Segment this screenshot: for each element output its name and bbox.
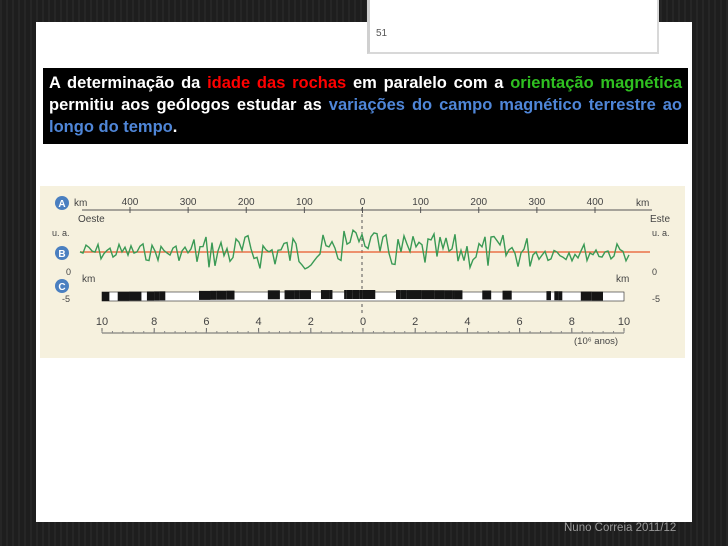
highlight-idade-rochas: idade das rochas: [207, 74, 347, 92]
top-tick-label: 400: [587, 197, 604, 208]
km-c-left-label: km: [82, 274, 95, 285]
minus5-right-label: -5: [652, 294, 660, 304]
top-tick-label: 200: [238, 197, 255, 208]
magnetic-anomaly-figure: 400 300 200 100 0 100 200 300 400 10 8 6 4 2 0 2 4 6 8 10 …: [40, 186, 685, 358]
magnetic-anomaly-curve: [79, 228, 630, 271]
ua-right-label: u. a.: [652, 228, 670, 238]
polarity-stripe: [591, 291, 603, 301]
top-tick-label: 100: [296, 197, 313, 208]
bottom-tick-label: 6: [517, 316, 523, 328]
polarity-stripe: [408, 290, 422, 300]
polarity-stripe: [482, 290, 492, 300]
footer-author: Nuno Correia 2011/12: [564, 522, 677, 534]
km-left-label: km: [74, 198, 87, 209]
polarity-stripe: [359, 290, 363, 300]
polarity-stripe: [154, 291, 160, 301]
polarity-stripe: [102, 292, 110, 301]
polarity-stripes: [101, 290, 625, 302]
label-a: A: [58, 199, 65, 210]
polarity-stripe: [346, 290, 353, 300]
polarity-stripe: [502, 290, 512, 300]
km-c-right-label: km: [616, 274, 629, 285]
top-tick-label: 200: [470, 197, 487, 208]
top-tick-label: 300: [529, 197, 546, 208]
top-tick-label: 100: [412, 197, 429, 208]
zero-left-label: 0: [66, 267, 71, 277]
bottom-tick-label: 2: [308, 316, 314, 328]
text-part: A determinação da: [49, 74, 208, 92]
polarity-stripe: [362, 290, 376, 299]
polarity-stripe: [294, 290, 300, 300]
label-b: B: [58, 249, 65, 260]
text-part: .: [172, 118, 178, 136]
km-right-label: km: [636, 198, 649, 209]
polarity-stripe: [434, 290, 445, 300]
minus5-left-label: -5: [62, 294, 70, 304]
polarity-stripe: [406, 290, 409, 300]
main-text-box: A determinação da idade das rochas em pa…: [43, 68, 688, 144]
polarity-stripe: [329, 290, 333, 300]
bottom-tick-label: 8: [569, 316, 575, 328]
text-part: em paralelo com a: [346, 74, 511, 92]
polarity-stripe: [421, 290, 435, 300]
polarity-stripe: [210, 290, 217, 300]
polarity-stripe: [444, 290, 453, 300]
bottom-tick-label: 0: [360, 316, 366, 328]
polarity-stripe: [226, 290, 235, 300]
text-part: permitiu aos geólogos estudar as: [49, 96, 329, 114]
top-tick-label: 300: [180, 197, 197, 208]
polarity-stripe: [146, 291, 155, 301]
bottom-tick-label: 10: [96, 316, 108, 328]
figure-svg: 400 300 200 100 0 100 200 300 400 10 8 6 4 2 0 2 4 6 8 10 …: [52, 196, 670, 347]
polarity-stripe: [558, 291, 563, 301]
bottom-axis-ticks: 10 8 6 4 2 0 2 4 6 8 10: [96, 316, 630, 333]
bottom-tick-label: 8: [151, 316, 157, 328]
polarity-stripe: [400, 290, 407, 300]
polarity-stripe: [352, 290, 360, 300]
bottom-tick-label: 4: [464, 316, 470, 328]
zero-right-label: 0: [652, 267, 657, 277]
top-axis-ticks: 400 300 200 100 0 100 200 300 400: [122, 197, 604, 213]
highlight-do: do: [411, 96, 433, 114]
oeste-label: Oeste: [78, 214, 105, 225]
polarity-stripe: [554, 291, 559, 301]
header-box: [367, 0, 659, 54]
ua-left-label: u. a.: [52, 228, 70, 238]
bottom-tick-label: 4: [256, 316, 262, 328]
polarity-stripe: [267, 290, 280, 300]
top-tick-label: 400: [122, 197, 139, 208]
highlight-variacoes: variações: [328, 96, 405, 114]
slide-number: 51: [376, 28, 388, 39]
polarity-stripe: [546, 291, 551, 301]
label-c: C: [58, 282, 65, 293]
polarity-stripe: [199, 290, 211, 300]
este-label: Este: [650, 214, 670, 225]
polarity-stripe: [216, 290, 227, 300]
top-tick-label: 0: [360, 197, 366, 208]
polarity-stripe: [129, 291, 142, 301]
polarity-stripe: [344, 290, 347, 300]
polarity-stripe: [454, 290, 463, 300]
polarity-stripe: [159, 291, 166, 301]
polarity-stripe: [299, 290, 311, 300]
polarity-stripe: [580, 291, 592, 301]
bottom-tick-label: 6: [203, 316, 209, 328]
polarity-stripe: [320, 290, 330, 300]
polarity-stripe: [117, 291, 130, 301]
bottom-tick-label: 2: [412, 316, 418, 328]
polarity-stripe: [396, 290, 401, 300]
polarity-stripe: [452, 290, 455, 300]
polarity-stripe: [284, 290, 295, 300]
age-unit-label: (10⁶ anos): [574, 336, 618, 347]
bottom-tick-label: 10: [618, 316, 630, 328]
highlight-orientacao: orientação magnética: [510, 74, 683, 92]
